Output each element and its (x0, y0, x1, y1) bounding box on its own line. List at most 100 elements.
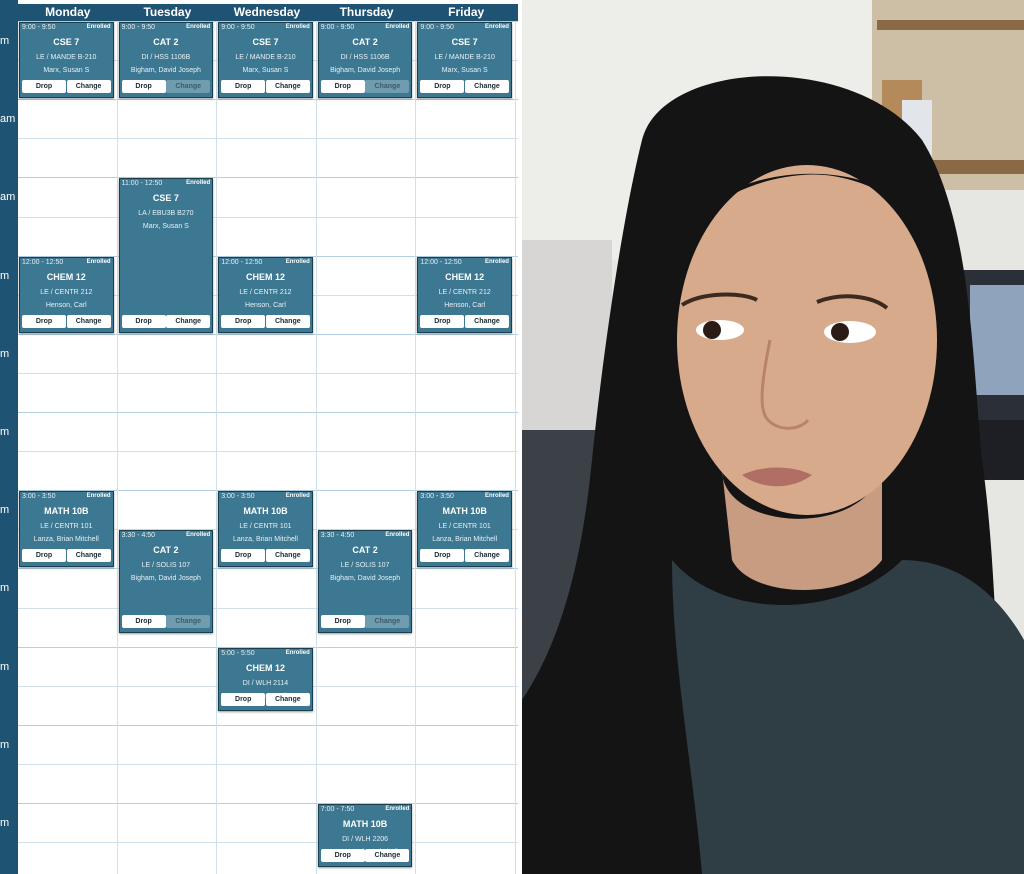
course-instructor: Henson, Carl (45, 301, 87, 309)
course-event-card[interactable]: 9:00 - 9:50 Enrolled CAT 2 DI / HSS 1106B Bi… (317, 22, 413, 99)
course-event-card[interactable]: 9:00 - 9:50 Enrolled CAT 2 DI / HSS 1106B Bi… (118, 22, 214, 99)
course-location: LE / MANDE B-210 (235, 54, 296, 61)
course-instructor: Bigham, David Joseph (330, 67, 401, 74)
drop-button[interactable]: Drop (22, 314, 66, 328)
course-instructor: Henson, Carl (444, 301, 486, 309)
change-button[interactable]: Change (166, 314, 211, 328)
enrollment-status: Enrolled (484, 258, 509, 265)
course-event-card[interactable]: 7:00 - 7:50 Enrolled MATH 10B DI / WLH 2206… (317, 804, 413, 868)
event-time: 3:30 - 4:50 (320, 532, 355, 540)
course-event-card[interactable]: 3:00 - 3:50 Enrolled MATH 10B LE / CENTR 10… (19, 491, 114, 568)
event-time: 12:00 - 12:50 (22, 258, 64, 266)
course-event-card[interactable]: 9:00 - 9:50 Enrolled CSE 7 LE / MANDE B-210… (218, 22, 313, 99)
change-button[interactable]: Change (464, 549, 509, 563)
course-instructor: Lanza, Brian Mitchell (232, 536, 298, 544)
change-button[interactable]: Change (66, 549, 111, 563)
course-code: CAT 2 (153, 545, 179, 556)
enrollment-status: Enrolled (484, 24, 509, 30)
drop-button[interactable]: Drop (420, 80, 465, 94)
grid-column-line (415, 21, 417, 874)
grid-row-line (18, 607, 518, 609)
drop-button[interactable]: Drop (121, 80, 166, 94)
enrollment-status: Enrolled (186, 24, 211, 30)
event-actions: Drop Change (121, 614, 211, 628)
drop-button[interactable]: Drop (121, 314, 166, 328)
course-instructor: Bigham, David Joseph (130, 67, 201, 74)
drop-button[interactable]: Drop (221, 80, 266, 94)
change-button[interactable]: Change (265, 692, 310, 706)
course-location: LA / EBU3B B270 (138, 210, 194, 218)
drop-button[interactable]: Drop (221, 314, 266, 328)
change-button[interactable]: Change (66, 314, 111, 328)
event-time: 12:00 - 12:50 (420, 258, 462, 266)
course-location: DI / WLH 2114 (242, 679, 289, 687)
course-code: CSE 7 (152, 193, 179, 204)
time-label: m (0, 660, 10, 673)
grid-row-line (18, 568, 518, 570)
change-button[interactable]: Change (66, 80, 111, 94)
drop-button[interactable]: Drop (22, 80, 66, 94)
course-event-card[interactable]: 3:00 - 3:50 Enrolled MATH 10B LE / CENTR 10… (218, 491, 313, 568)
drop-button[interactable]: Drop (420, 549, 465, 563)
selfie-photo (522, 0, 1024, 874)
course-instructor: Marx, Susan S (43, 67, 90, 74)
course-code: MATH 10B (342, 819, 388, 829)
course-event-card[interactable]: 12:00 - 12:50 Enrolled CHEM 12 LE / CENTR 2… (417, 256, 512, 333)
change-button[interactable]: Change (464, 80, 509, 94)
change-button[interactable]: Change (265, 314, 310, 328)
drop-button[interactable]: Drop (221, 549, 266, 563)
time-label: am (0, 191, 16, 204)
time-label: m (0, 817, 10, 829)
change-button[interactable]: Change (265, 80, 310, 94)
event-time: 3:30 - 4:50 (121, 532, 156, 540)
event-time: 3:00 - 3:50 (221, 493, 255, 501)
event-time: 3:00 - 3:50 (420, 493, 454, 501)
grid-column-line (216, 21, 218, 874)
course-code: CAT 2 (352, 545, 378, 556)
drop-button[interactable]: Drop (320, 849, 365, 863)
course-event-card[interactable]: 12:00 - 12:50 Enrolled CHEM 12 LE / CENTR 2… (218, 256, 313, 333)
drop-button[interactable]: Drop (320, 614, 365, 628)
change-button[interactable]: Change (464, 314, 509, 328)
course-event-card[interactable]: 3:30 - 4:50 Enrolled CAT 2 LE / SOLIS 107 Bi… (317, 530, 413, 633)
course-instructor: Lanza, Brian Mitchell (432, 536, 498, 544)
course-instructor: Marx, Susan S (242, 67, 289, 74)
course-event-card[interactable]: 9:00 - 9:50 Enrolled CSE 7 LE / MANDE B-210… (19, 22, 114, 99)
course-event-card[interactable]: 5:00 - 5:50EnrolledCHEM 12DI / WLH 2114H… (218, 647, 313, 711)
event-actions: Drop Change (420, 549, 509, 563)
enrollment-status: Enrolled (484, 493, 509, 500)
change-button: Change (166, 80, 211, 94)
event-actions: Drop Change (420, 314, 509, 328)
day-header-tuesday: Tuesday (143, 5, 192, 19)
time-label: m (0, 35, 10, 47)
time-label: m (0, 738, 10, 751)
event-time: 11:00 - 12:50 (121, 180, 163, 188)
time-label: m (0, 347, 10, 360)
course-event-card[interactable]: 11:00 - 12:50 Enrolled CSE 7 LA / EBU3B B27… (118, 178, 214, 333)
course-event-card[interactable]: 3:00 - 3:50 Enrolled MATH 10B LE / CENTR 10… (417, 491, 512, 568)
grid-column-line (315, 21, 317, 874)
event-actions: Drop Change (121, 314, 211, 328)
change-button[interactable]: Change (265, 549, 310, 563)
drop-button[interactable]: Drop (320, 80, 365, 94)
course-code: CAT 2 (352, 37, 378, 47)
event-actions: Drop Change (22, 80, 111, 94)
drop-button[interactable]: Drop (221, 692, 266, 706)
enrollment-status: Enrolled (86, 258, 111, 265)
course-code: CSE 7 (53, 37, 80, 47)
course-code: CHEM 12 (245, 271, 285, 282)
drop-button[interactable]: Drop (420, 314, 465, 328)
drop-button[interactable]: Drop (22, 549, 66, 563)
course-event-card[interactable]: 9:00 - 9:50 Enrolled CSE 7 LE / MANDE B-210… (417, 22, 512, 99)
course-location: LE / CENTR 212 (438, 288, 491, 296)
grid-row-line (18, 803, 518, 804)
course-location: LE / MANDE B-210 (36, 54, 97, 61)
change-button[interactable]: Change (365, 849, 410, 863)
drop-button[interactable]: Drop (121, 614, 166, 628)
course-event-card[interactable]: 3:30 - 4:50 Enrolled CAT 2 LE / SOLIS 107 Bi… (118, 530, 214, 633)
course-event-card[interactable]: 12:00 - 12:50 Enrolled CHEM 12 LE / CENTR 2… (19, 256, 114, 333)
change-button: Change (365, 614, 410, 628)
enrollment-status: Enrolled (385, 532, 410, 539)
event-actions: Drop Change (22, 549, 111, 563)
course-instructor: Marx, Susan S (142, 223, 189, 231)
